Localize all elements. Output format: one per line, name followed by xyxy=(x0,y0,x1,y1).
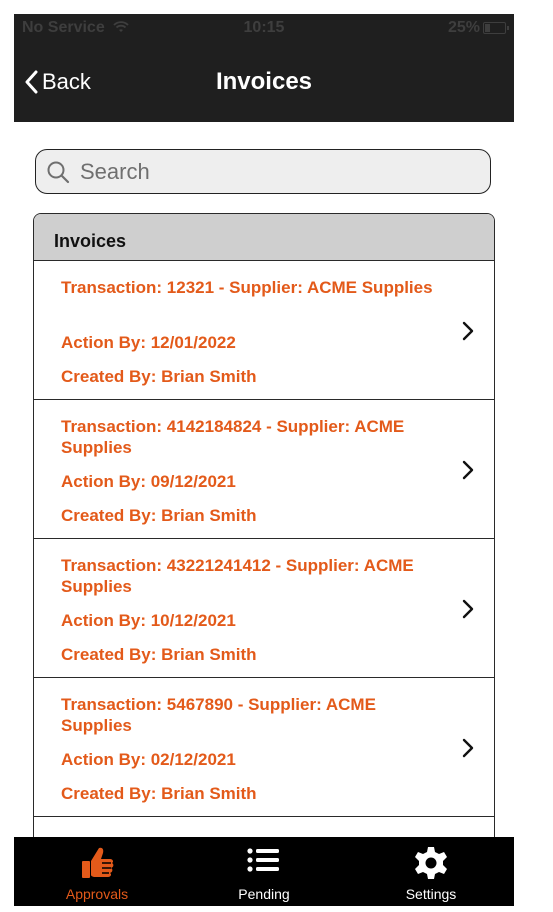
transaction-text: Transaction: 12321 - Supplier: ACME Supp… xyxy=(61,278,433,297)
battery-percent: 25% xyxy=(447,19,480,36)
search-input[interactable] xyxy=(78,157,462,186)
invoice-row[interactable]: Transaction: 43221241412 - Supplier: ACM… xyxy=(34,539,494,678)
tab-approvals[interactable]: Approvals xyxy=(14,837,180,906)
invoice-row[interactable]: Transaction: 4142184824 - Supplier: ACME… xyxy=(34,400,494,539)
tab-label: Settings xyxy=(405,886,457,902)
invoice-row[interactable]: Transaction: 12321 - Supplier: ACME Supp… xyxy=(34,261,494,400)
created-by-text: Created By: Brian Smith xyxy=(61,784,257,803)
created-by-text: Created By: Brian Smith xyxy=(61,645,257,664)
chevron-right-icon xyxy=(462,321,474,341)
invoice-list: Invoices Transaction: 12321 - Supplier: … xyxy=(33,213,495,853)
app-screen: No Service 10:15 25% Back Invoices Invoi… xyxy=(14,14,514,906)
battery-icon xyxy=(483,22,509,34)
invoice-row[interactable]: Transaction: 5467890 - Supplier: ACME Su… xyxy=(34,678,494,817)
page-title: Invoices xyxy=(215,68,313,95)
search-icon xyxy=(47,161,70,183)
action-by-text: Action By: 02/12/2021 xyxy=(61,750,236,769)
transaction-text: Transaction: 4142184824 - Supplier: ACME… xyxy=(61,417,405,457)
transaction-text: Transaction: 5467890 - Supplier: ACME Su… xyxy=(61,695,376,735)
status-bar: No Service 10:15 25% xyxy=(14,14,514,42)
chevron-right-icon xyxy=(462,460,474,480)
tab-pending[interactable]: Pending xyxy=(181,837,347,906)
action-by-text: Action By: 09/12/2021 xyxy=(61,472,236,491)
list-section-header: Invoices xyxy=(34,214,494,261)
chevron-right-icon xyxy=(462,599,474,619)
clock: 10:15 xyxy=(243,19,285,36)
list-icon xyxy=(247,848,279,872)
created-by-text: Created By: Brian Smith xyxy=(61,506,257,525)
action-by-text: Action By: 10/12/2021 xyxy=(61,611,236,630)
tab-settings[interactable]: Settings xyxy=(348,837,514,906)
search-bar[interactable] xyxy=(35,149,491,194)
action-by-text: Action By: 12/01/2022 xyxy=(61,333,236,352)
thumbs-up-icon xyxy=(82,847,114,878)
tab-bar: Approvals Pending Settings xyxy=(14,837,514,906)
created-by-text: Created By: Brian Smith xyxy=(61,367,257,386)
transaction-text: Transaction: 43221241412 - Supplier: ACM… xyxy=(61,556,414,596)
chevron-right-icon xyxy=(462,738,474,758)
gear-icon xyxy=(415,847,447,879)
tab-label: Approvals xyxy=(65,886,129,902)
navigation-bar: Back Invoices xyxy=(14,42,514,122)
tab-label: Pending xyxy=(238,886,290,902)
